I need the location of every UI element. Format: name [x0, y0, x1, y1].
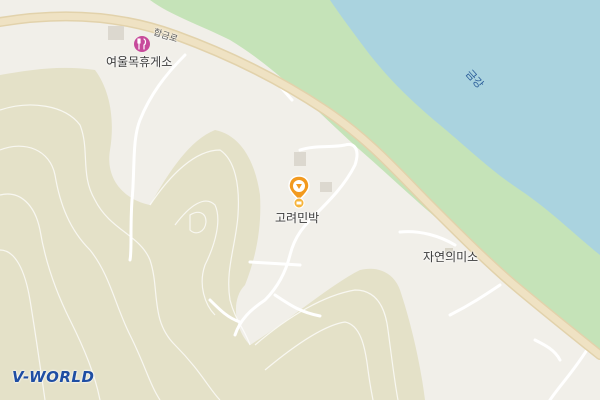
lodging-pin-icon[interactable]: [287, 175, 311, 209]
building: [320, 182, 332, 192]
rest-area-label[interactable]: 여울목휴게소: [106, 53, 172, 70]
memorial-label[interactable]: 자연의미소: [423, 248, 478, 265]
restaurant-icon[interactable]: [133, 35, 151, 53]
building: [108, 26, 124, 40]
map-canvas[interactable]: 금강 합금로 여울목휴게소 고려민박 자연의미소 V-WORLD: [0, 0, 600, 400]
vworld-logo: V-WORLD: [12, 368, 95, 386]
building: [294, 152, 306, 166]
pension-label[interactable]: 고려민박: [275, 209, 319, 226]
